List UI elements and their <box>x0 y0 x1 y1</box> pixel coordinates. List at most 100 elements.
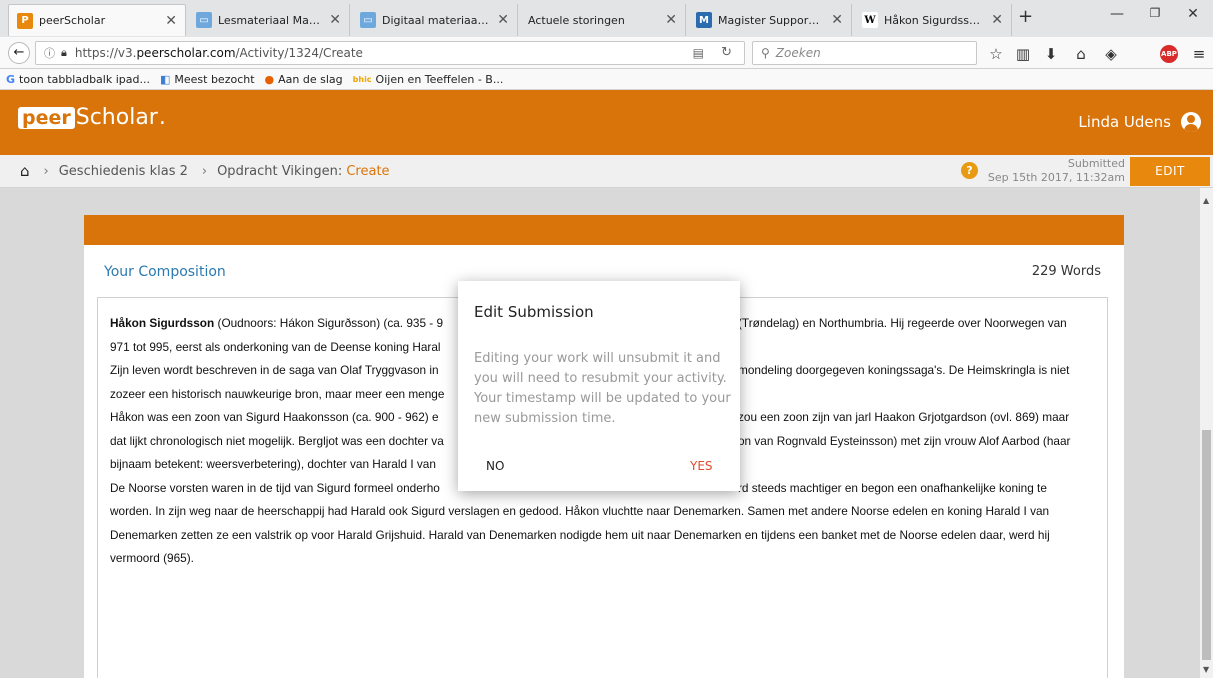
tab-digitaal-materiaal[interactable]: ▭ Digitaal materiaal: var ✕ <box>352 4 518 36</box>
magister-icon: M <box>696 12 712 28</box>
bookmark-label: Aan de slag <box>278 72 343 86</box>
restore-icon[interactable]: ❐ <box>1140 6 1170 20</box>
tab-label: Actuele storingen <box>528 13 625 27</box>
essay-line-text: worden. In zijn weg naar de heerschappij… <box>110 504 1050 518</box>
essay-line: worden. In zijn weg naar de heerschappij… <box>110 500 1095 524</box>
essay-line-text: De Noorse vorsten waren in de tijd van S… <box>110 480 440 495</box>
search-input[interactable]: ⚲ Zoeken <box>752 41 977 65</box>
essay-line-text: zozeer een historisch nauwkeurige bron, … <box>110 386 445 401</box>
logo-peer: peer <box>18 106 75 129</box>
bookmark-label: toon tabbladbalk ipad... <box>19 72 150 86</box>
scrollbar-thumb[interactable] <box>1202 430 1211 660</box>
logo-dot: . <box>158 105 166 130</box>
bookmarks-bar: G toon tabbladbalk ipad... ◧ Meest bezoc… <box>0 69 1213 90</box>
breadcrumb-current: Create <box>346 163 390 179</box>
essay-line-text: Denemarken zetten ze een valstrik op voo… <box>110 527 1050 542</box>
logo-scholar: Scholar <box>75 105 158 130</box>
peerscholar-icon: P <box>17 12 33 29</box>
scroll-up-icon[interactable]: ▲ <box>1203 196 1209 205</box>
tab-label: Digitaal materiaal: var <box>382 13 489 27</box>
close-icon[interactable]: ✕ <box>165 13 177 29</box>
user-name: Linda Udens <box>1078 113 1171 131</box>
tab-label: Magister Support > S <box>718 13 823 27</box>
tab-hakon-sigurdsson[interactable]: W Håkon Sigurdsson - V ✕ <box>854 4 1012 36</box>
browser-tab-bar: P peerScholar ✕ ▭ Lesmateriaal Maken ✕ ▭… <box>0 0 1213 37</box>
composition-title: Your Composition <box>104 264 226 280</box>
essay-line-text: Zijn leven wordt beschreven in de saga v… <box>110 363 439 377</box>
peerscholar-logo[interactable]: peer Scholar. <box>18 105 166 130</box>
essay-line-text: Håkon was een zoon van Sigurd Haakonsson… <box>110 410 439 424</box>
user-menu[interactable]: Linda Udens <box>1078 112 1201 132</box>
breadcrumb-assignment[interactable]: Opdracht Vikingen: <box>217 164 342 179</box>
help-icon[interactable]: ? <box>961 162 978 179</box>
tab-label: Håkon Sigurdsson - V <box>884 13 983 27</box>
word-count: 229 Words <box>1031 264 1101 279</box>
app-header: peer Scholar. Linda Udens <box>0 90 1213 155</box>
bookmark-label: Meest bezocht <box>174 72 255 86</box>
essay-line: vermoord (965). <box>110 547 1095 571</box>
scroll-down-icon[interactable]: ▼ <box>1203 665 1209 674</box>
essay-line: Denemarken zetten ze een valstrik op voo… <box>110 524 1095 548</box>
no-button[interactable]: NO <box>486 459 504 473</box>
card-header-band <box>84 215 1124 245</box>
home-icon[interactable]: ⌂ <box>20 162 30 180</box>
bookmark-star-icon[interactable]: ☆ <box>985 45 1007 63</box>
status-label: Submitted <box>1067 157 1125 170</box>
adblock-icon[interactable]: ABP <box>1160 45 1178 63</box>
close-icon[interactable]: ✕ <box>831 12 843 28</box>
info-icon[interactable]: ⓘ <box>44 45 55 61</box>
close-icon[interactable]: ✕ <box>991 12 1003 28</box>
avatar-icon <box>1181 112 1201 132</box>
bookmark-item[interactable]: G toon tabbladbalk ipad... <box>6 73 150 86</box>
library-icon[interactable]: ▥ <box>1012 45 1034 63</box>
pocket-icon[interactable]: ◈ <box>1100 45 1122 63</box>
tab-label: peerScholar <box>39 14 106 27</box>
url-path: /Activity/1324/Create <box>235 46 363 60</box>
url-prefix: https://v3. <box>74 46 137 60</box>
essay-bold-text: Håkon Sigurdsson <box>110 316 215 330</box>
close-icon[interactable]: ✕ <box>665 12 677 28</box>
document-icon: ▭ <box>360 12 376 28</box>
tab-lesmateriaal[interactable]: ▭ Lesmateriaal Maken ✕ <box>188 4 350 36</box>
essay-line-tail: zou een zoon zijn van jarl Haakon Grjotg… <box>738 406 1070 430</box>
edit-button[interactable]: EDIT <box>1130 157 1210 186</box>
reader-view-icon[interactable]: ▤ <box>693 46 704 60</box>
yes-button[interactable]: YES <box>690 459 713 473</box>
back-arrow-icon[interactable]: ← <box>8 42 30 64</box>
menu-icon[interactable]: ≡ <box>1188 45 1210 63</box>
document-icon: ▭ <box>196 12 212 28</box>
essay-line-tail: rd steeds machtiger en begon een onafhan… <box>738 476 1047 500</box>
bookmark-item[interactable]: ● Aan de slag <box>265 73 343 86</box>
download-icon[interactable]: ⬇ <box>1040 45 1062 63</box>
tab-peerscholar[interactable]: P peerScholar ✕ <box>8 4 186 36</box>
lock-icon: 🔒︎ <box>61 46 67 59</box>
url-bar[interactable]: ⓘ 🔒︎ https://v3. peerscholar.com/Activity… <box>35 41 745 65</box>
reload-icon[interactable]: ↻ <box>721 45 732 60</box>
status-time: Sep 15th 2017, 11:32am <box>987 171 1125 184</box>
url-domain: peerscholar.com <box>136 46 236 60</box>
chevron-right-icon: › <box>201 163 208 179</box>
minimize-icon[interactable]: — <box>1102 6 1132 22</box>
tab-label: Lesmateriaal Maken <box>218 13 322 27</box>
new-tab-button[interactable]: + <box>1018 6 1033 27</box>
breadcrumb-course[interactable]: Geschiedenis klas 2 <box>59 164 188 179</box>
tab-magister-support[interactable]: M Magister Support > S ✕ <box>688 4 852 36</box>
chevron-right-icon: › <box>43 163 49 179</box>
close-icon[interactable]: ✕ <box>497 12 509 28</box>
essay-line-tail: (Trøndelag) en Northumbria. Hij regeerde… <box>738 312 1067 336</box>
search-favicon: ◧ <box>159 72 171 86</box>
bhic-icon: bhic <box>352 74 372 84</box>
home-icon[interactable]: ⌂ <box>1070 45 1092 63</box>
essay-line-tail: mondeling doorgegeven koningssaga's. De … <box>738 359 1070 383</box>
essay-line-text: dat lijkt chronologisch niet mogelijk. B… <box>110 433 444 448</box>
essay-line-text: Håkon Sigurdsson (Oudnoors: Hákon Sigurð… <box>110 316 444 330</box>
bookmark-item[interactable]: ◧ Meest bezocht <box>160 73 255 86</box>
tab-actuele-storingen[interactable]: Actuele storingen ✕ <box>520 4 686 36</box>
close-icon[interactable]: ✕ <box>329 12 341 28</box>
bookmark-item[interactable]: bhic Oijen en Teeffelen - B... <box>353 73 504 86</box>
edit-submission-dialog: Edit Submission Editing your work will u… <box>458 281 740 491</box>
firefox-icon: ● <box>264 72 275 86</box>
essay-line-text: vermoord (965). <box>110 551 194 565</box>
page-scrollbar[interactable]: ▲ ▼ <box>1200 188 1213 678</box>
window-close-icon[interactable]: ✕ <box>1178 6 1208 22</box>
